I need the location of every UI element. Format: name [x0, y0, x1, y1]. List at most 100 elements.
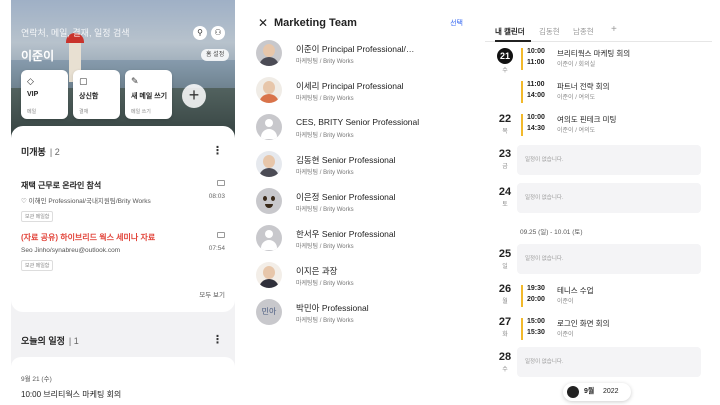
member-row[interactable]: 한서우 Senior Professional 마케팅팀 / Brity Wor…: [256, 225, 466, 255]
member-name: 김동현 Senior Professional: [296, 155, 396, 165]
unread-section: 미개봉 | 2 ⋮ 재택 근무로 온라인 참석 ♡ 이해인 Professiona…: [11, 126, 235, 312]
tab-my-calendar[interactable]: 내 캘린더: [495, 26, 525, 37]
page-title: Marketing Team: [274, 17, 357, 29]
event-start: 10:00: [527, 114, 545, 121]
event-start: 10:00: [527, 48, 545, 55]
mail-folder-tag: 보관 메일함: [21, 260, 54, 271]
member-name: CES, BRITY Senior Professional: [296, 117, 420, 127]
day-of-week: 목: [502, 129, 508, 135]
see-all-link[interactable]: 모두 보기: [199, 289, 225, 299]
tab-nam-jonghyun[interactable]: 남종현: [573, 26, 594, 37]
year-label: 2022: [603, 388, 619, 395]
member-row[interactable]: 이세리 Principal Professional 마케팅팀 / Brity …: [256, 77, 466, 107]
initials-avatar: 민아: [256, 299, 282, 325]
month-picker-button[interactable]: 9월 2022: [563, 383, 631, 401]
event-item[interactable]: 10:00 11:00 브리티웍스 마케팅 회의 이준이 / 회의실: [521, 47, 701, 73]
event-location: 이준이: [557, 299, 574, 305]
member-dept: 마케팅팀 / Brity Works: [296, 207, 354, 213]
empty-day[interactable]: 일정이 없습니다.: [517, 145, 701, 175]
avatar: [256, 40, 282, 66]
mail-sender: Seo Jinho/synabreu@outlook.com: [21, 247, 121, 254]
mail-item[interactable]: (자료 공유) 하이브리드 웍스 세미나 자료 Seo Jinho/synabr…: [21, 232, 225, 272]
mail-subject: (자료 공유) 하이브리드 웍스 세미나 자료: [21, 233, 156, 242]
add-calendar-icon[interactable]: +: [611, 24, 617, 35]
day-number: 25: [498, 248, 512, 260]
more-options-icon[interactable]: ⋮: [212, 333, 223, 346]
day-number: 22: [498, 113, 512, 125]
today-title: 오늘의 일정: [21, 336, 65, 346]
quick-card-label: VIP: [27, 91, 39, 98]
day-of-week: 금: [502, 164, 508, 170]
day-label: 24 토: [493, 186, 517, 208]
mail-subject: 재택 근무로 온라인 참석: [21, 181, 102, 190]
search-input[interactable]: 연락처, 메일, 결재, 일정 검색: [21, 24, 213, 42]
event-item[interactable]: 19:30 20:00 테니스 수업 이준이: [521, 284, 701, 310]
more-options-icon[interactable]: ⋮: [212, 144, 223, 157]
pen-icon: ✎: [131, 76, 139, 86]
member-dept: 마케팅팀 / Brity Works: [296, 281, 354, 287]
empty-day[interactable]: 일정이 없습니다.: [517, 183, 701, 213]
day-number: 23: [498, 148, 512, 160]
quick-card-vip[interactable]: ◇ VIP 메일: [21, 70, 68, 119]
member-row[interactable]: 민아 박민아 Professional 마케팅팀 / Brity Works: [256, 299, 466, 329]
empty-day[interactable]: 일정이 없습니다.: [517, 347, 701, 377]
event-item[interactable]: 11:00 14:00 파트너 전략 회의 이준이 / 여의도: [521, 80, 701, 106]
org-chart-icon[interactable]: ⚇: [211, 26, 225, 40]
add-shortcut-button[interactable]: +: [182, 84, 206, 108]
member-dept: 마케팅팀 / Brity Works: [296, 244, 354, 250]
section-title: 미개봉 | 2: [21, 147, 60, 157]
day-of-week: 수: [502, 367, 508, 373]
member-name: 박민아 Professional: [296, 303, 369, 313]
calendar-toggle-icon: [567, 386, 579, 398]
event-start: 19:30: [527, 285, 545, 292]
day-number: 26: [498, 283, 512, 295]
day-label: 28 수: [493, 351, 517, 373]
quick-card-outbox[interactable]: ▢ 상신함 결재: [73, 70, 120, 119]
mail-time: 07:54: [208, 245, 225, 252]
envelope-icon: [217, 180, 225, 186]
member-dept: 마케팅팀 / Brity Works: [296, 318, 354, 324]
member-dept: 마케팅팀 / Brity Works: [296, 59, 354, 65]
event-item[interactable]: 15:00 15:30 로그인 화면 회의 이준이: [521, 317, 701, 343]
event-color-bar: [521, 318, 523, 340]
tab-kim-donghyun[interactable]: 김동현: [539, 26, 560, 37]
empty-day[interactable]: 일정이 없습니다.: [517, 244, 701, 274]
close-icon[interactable]: ✕: [258, 16, 268, 30]
active-tab-indicator: [495, 40, 531, 42]
default-avatar-icon: [256, 114, 282, 140]
quick-card-compose[interactable]: ✎ 새 메일 쓰기 메일 쓰기: [125, 70, 172, 119]
gem-icon: ◇: [27, 76, 34, 86]
event-end: 15:30: [527, 329, 545, 336]
event-location: 이준이 / 회의실: [557, 62, 596, 68]
event-color-bar: [521, 48, 523, 70]
today-schedule-card[interactable]: 9월 21 (수) 10:00 브리티웍스 마케팅 회의: [11, 357, 235, 405]
search-icon[interactable]: ⚲: [193, 26, 207, 40]
member-row[interactable]: 이지은 과장 마케팅팀 / Brity Works: [256, 262, 466, 292]
day-of-week: 화: [502, 332, 508, 338]
day-of-week: 수: [502, 68, 508, 74]
mail-item[interactable]: 재택 근무로 온라인 참석 ♡ 이해인 Professional/국내지원팀/B…: [21, 180, 225, 223]
member-name: 한서우 Senior Professional: [296, 229, 396, 239]
home-settings-button[interactable]: 홈 설정: [201, 49, 230, 61]
select-button[interactable]: 선택: [450, 18, 463, 28]
avatar: [256, 151, 282, 177]
day-label: 23 금: [493, 148, 517, 170]
event-end: 20:00: [527, 296, 545, 303]
member-row[interactable]: CES, BRITY Senior Professional 마케팅팀 / Br…: [256, 114, 466, 144]
member-name: 이세리 Principal Professional: [296, 81, 404, 91]
mail-time: 08:03: [208, 193, 225, 200]
user-name: 이준이: [21, 49, 55, 63]
member-name: 이은정 Senior Professional: [296, 192, 396, 202]
member-row[interactable]: 이은정 Senior Professional 마케팅팀 / Brity Wor…: [256, 188, 466, 218]
quick-card-sub: 메일: [27, 109, 37, 115]
week-range-label: 09.25 (일) - 10.01 (토): [520, 229, 583, 236]
event-title: 브리티웍스 마케팅 회의: [557, 49, 631, 58]
quick-card-sub: 결재: [79, 109, 89, 115]
event-end: 11:00: [527, 59, 545, 66]
member-row[interactable]: 김동현 Senior Professional 마케팅팀 / Brity Wor…: [256, 151, 466, 181]
calendar-panel: 내 캘린더 김동현 남종현 + 21 수 10:00 11:00 브리티웍스 마…: [485, 0, 712, 405]
event-item[interactable]: 10:00 14:30 여의도 핀테크 미팅 이준이 / 여의도: [521, 113, 701, 139]
member-dept: 마케팅팀 / Brity Works: [296, 170, 354, 176]
envelope-icon: [217, 232, 225, 238]
member-row[interactable]: 이준이 Principal Professional/… 마케팅팀 / Brit…: [256, 40, 466, 70]
